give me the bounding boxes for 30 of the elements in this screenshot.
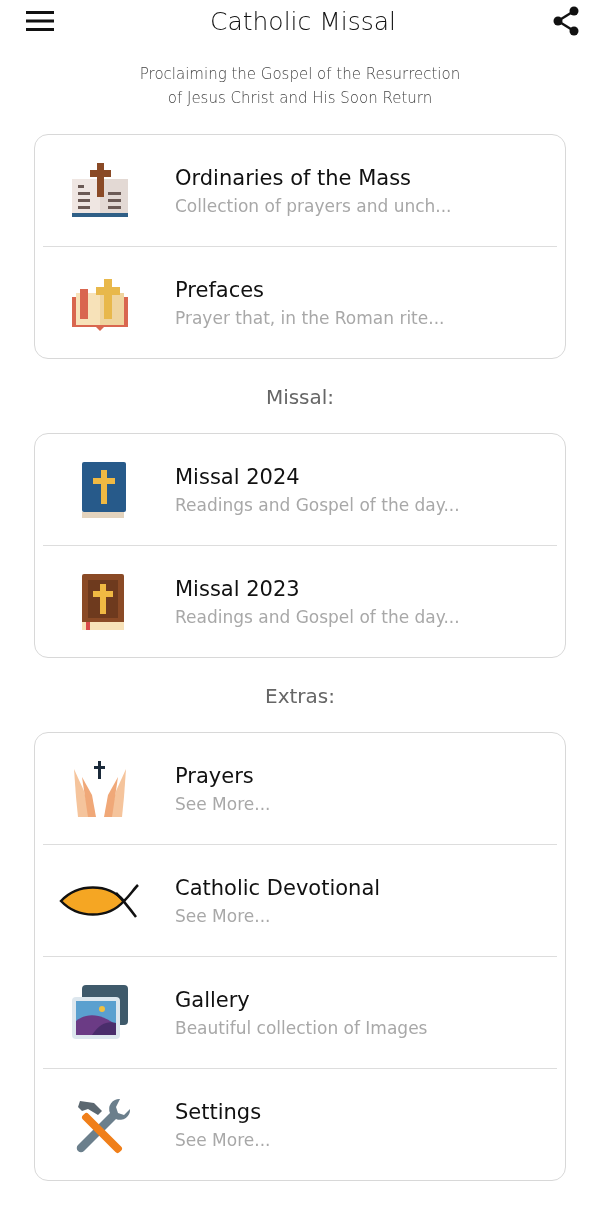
item-title: Gallery [175,987,251,1012]
item-title: Prayers [175,763,255,788]
item-title: Prefaces [175,277,266,302]
item-title: Missal 2023 [175,576,301,601]
section-heading: Extras: [264,684,336,708]
item-subtitle: Beautiful collection of Images [175,1017,428,1038]
menu-item[interactable]: Settings See More... [43,1068,557,1180]
menu-item[interactable]: Missal 2023 Readings and Gospel of the day... [43,545,557,657]
item-subtitle: See More... [175,1129,271,1150]
menu-item[interactable]: Ordinaries of the Mass Collection of prayers and unch... [43,135,557,246]
item-subtitle: Collection of prayers and unch... [175,195,452,216]
item-title: Catholic Devotional [175,875,381,900]
menu-item[interactable]: Prayers See More... [43,733,557,844]
item-subtitle: Prayer that, in the Roman rite... [175,307,445,328]
item-title: Missal 2024 [175,464,301,489]
app-title: Catholic Missal [209,6,397,36]
menu-item[interactable]: Missal 2024 Readings and Gospel of the day... [43,434,557,545]
menu-button[interactable] [26,10,54,32]
menu-item[interactable]: Gallery Beautiful collection of Images [43,956,557,1068]
item-subtitle: See More... [175,905,272,926]
menu-item[interactable]: Prefaces Prayer that, in the Roman rite... [43,246,557,358]
share-button[interactable] [552,6,580,36]
item-title: Settings [175,1099,263,1124]
item-subtitle: Readings and Gospel of the day... [175,494,460,515]
item-subtitle: Readings and Gospel of the day... [175,606,460,627]
tagline: Proclaiming the Gospel of the Resurrection of Jesus Christ and His Soon Return [138,64,462,109]
section-heading: Missal: [264,385,336,409]
item-title: Ordinaries of the Mass [175,165,413,190]
item-subtitle: See More... [175,793,271,814]
menu-item[interactable]: Catholic Devotional See More... [43,844,557,956]
